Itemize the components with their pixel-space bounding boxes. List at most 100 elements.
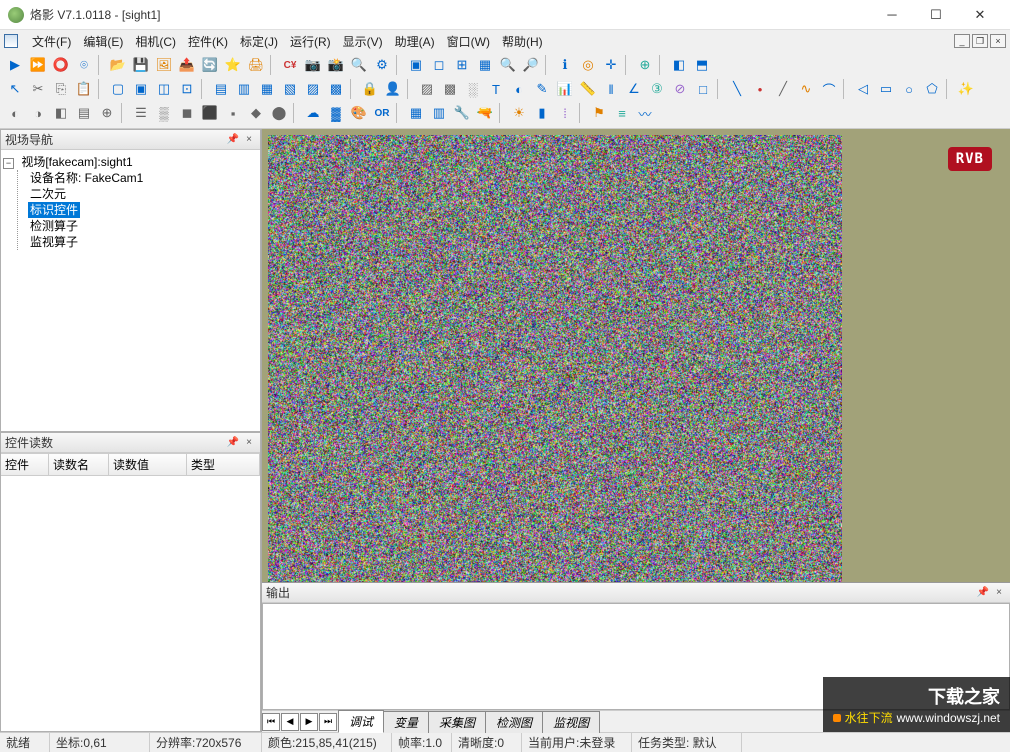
refresh-icon[interactable]: 🔄 bbox=[199, 54, 221, 76]
open-folder-icon[interactable]: 📂 bbox=[107, 54, 129, 76]
fx9-icon[interactable]: ⬛ bbox=[199, 102, 221, 124]
region4-icon[interactable]: ⊡ bbox=[176, 78, 198, 100]
point-icon[interactable]: • bbox=[749, 78, 771, 100]
open-image-icon[interactable]: 🖼 bbox=[153, 54, 175, 76]
snapshot-icon[interactable]: 📸 bbox=[325, 54, 347, 76]
sun-icon[interactable]: ☀ bbox=[508, 102, 530, 124]
viewport[interactable]: RVB bbox=[262, 129, 1010, 582]
region2-icon[interactable]: ▣ bbox=[130, 78, 152, 100]
menu-window[interactable]: 窗口(W) bbox=[441, 31, 496, 52]
col-control[interactable]: 控件 bbox=[1, 454, 49, 475]
arc-icon[interactable]: ⌒ bbox=[818, 78, 840, 100]
fx14-icon[interactable]: ▓ bbox=[325, 102, 347, 124]
fx13-icon[interactable]: ☁ bbox=[302, 102, 324, 124]
save-icon[interactable]: 💾 bbox=[130, 54, 152, 76]
region1-icon[interactable]: ▢ bbox=[107, 78, 129, 100]
tree-item[interactable]: 检测算子 bbox=[28, 218, 80, 234]
fx10-icon[interactable]: ▪ bbox=[222, 102, 244, 124]
pattern2-icon[interactable]: ▩ bbox=[439, 78, 461, 100]
tab-debug[interactable]: 调试 bbox=[338, 710, 384, 733]
gun-icon[interactable]: 🔫 bbox=[474, 102, 496, 124]
crosshair-icon[interactable]: ✛ bbox=[600, 54, 622, 76]
record-icon[interactable]: ⭕ bbox=[50, 54, 72, 76]
col-name[interactable]: 读数名 bbox=[49, 454, 109, 475]
reticle-icon[interactable]: ⊕ bbox=[634, 54, 656, 76]
window-fit-icon[interactable]: ▣ bbox=[405, 54, 427, 76]
cut-icon[interactable]: ✂ bbox=[27, 78, 49, 100]
menu-control[interactable]: 控件(K) bbox=[182, 31, 234, 52]
user-icon[interactable]: 👤 bbox=[382, 78, 404, 100]
angle-icon[interactable]: ∠ bbox=[623, 78, 645, 100]
fx1-icon[interactable]: ◐ bbox=[4, 102, 26, 124]
fx2-icon[interactable]: ◑ bbox=[27, 102, 49, 124]
circle-tool-icon[interactable]: ○ bbox=[898, 78, 920, 100]
ruler-icon[interactable]: ‖ bbox=[600, 78, 622, 100]
zoom-out-icon[interactable]: 🔎 bbox=[520, 54, 542, 76]
grid-icon[interactable]: ▦ bbox=[474, 54, 496, 76]
menu-calibrate[interactable]: 标定(J) bbox=[234, 31, 284, 52]
fx4-icon[interactable]: ▤ bbox=[73, 102, 95, 124]
draw-icon[interactable]: ✎ bbox=[531, 78, 553, 100]
wave-icon[interactable]: ∿ bbox=[795, 78, 817, 100]
zoom-in-icon[interactable]: 🔍 bbox=[497, 54, 519, 76]
menu-camera[interactable]: 相机(C) bbox=[129, 31, 182, 52]
pin-icon[interactable]: 📌 bbox=[226, 436, 240, 450]
col-value[interactable]: 读数值 bbox=[109, 454, 187, 475]
mdi-close-button[interactable]: × bbox=[990, 34, 1006, 48]
bars-icon[interactable]: ≡ bbox=[611, 102, 633, 124]
close-button[interactable]: ✕ bbox=[958, 0, 1002, 30]
layer5-icon[interactable]: ▨ bbox=[302, 78, 324, 100]
pin-icon[interactable]: 📌 bbox=[226, 133, 240, 147]
region3-icon[interactable]: ◫ bbox=[153, 78, 175, 100]
target-icon[interactable]: ◎ bbox=[577, 54, 599, 76]
fx7-icon[interactable]: ▒ bbox=[153, 102, 175, 124]
aperture-icon[interactable]: ⌾ bbox=[73, 54, 95, 76]
info-icon[interactable]: ℹ bbox=[554, 54, 576, 76]
panel-close-icon[interactable]: × bbox=[242, 436, 256, 450]
fx8-icon[interactable]: ◼ bbox=[176, 102, 198, 124]
tab-last-icon[interactable]: ⏭ bbox=[319, 713, 337, 731]
tab-monitor[interactable]: 监视图 bbox=[542, 711, 600, 733]
layer4-icon[interactable]: ▧ bbox=[279, 78, 301, 100]
shapes-icon[interactable]: ◐ bbox=[508, 78, 530, 100]
layer6-icon[interactable]: ▩ bbox=[325, 78, 347, 100]
tab-variable[interactable]: 变量 bbox=[383, 711, 429, 733]
palette-icon[interactable]: 🎨 bbox=[348, 102, 370, 124]
cursor-icon[interactable]: ↖ bbox=[4, 78, 26, 100]
layer1-icon[interactable]: ▤ bbox=[210, 78, 232, 100]
menu-display[interactable]: 显示(V) bbox=[337, 31, 389, 52]
tab-prev-icon[interactable]: ◀ bbox=[281, 713, 299, 731]
window-actual-icon[interactable]: ◻ bbox=[428, 54, 450, 76]
blocked-icon[interactable]: ⊘ bbox=[669, 78, 691, 100]
minimize-button[interactable]: ─ bbox=[870, 0, 914, 30]
stripe-icon[interactable]: ▮ bbox=[531, 102, 553, 124]
line-icon[interactable]: ╲ bbox=[726, 78, 748, 100]
tab-next-icon[interactable]: ▶ bbox=[300, 713, 318, 731]
square-icon[interactable]: □ bbox=[692, 78, 714, 100]
tree-item-selected[interactable]: 标识控件 bbox=[28, 202, 80, 218]
tree-root-label[interactable]: 视场[fakecam]:sight1 bbox=[19, 154, 134, 170]
pattern1-icon[interactable]: ▨ bbox=[416, 78, 438, 100]
tree-item[interactable]: 设备名称: FakeCam1 bbox=[28, 170, 145, 186]
menu-assistant[interactable]: 助理(A) bbox=[389, 31, 441, 52]
menu-edit[interactable]: 编辑(E) bbox=[77, 31, 129, 52]
camera-icon[interactable]: 📷 bbox=[302, 54, 324, 76]
text-icon[interactable]: T bbox=[485, 78, 507, 100]
pin-icon[interactable]: 📌 bbox=[976, 586, 990, 600]
mdi-restore-button[interactable]: ❐ bbox=[972, 34, 988, 48]
play-icon[interactable]: ▶ bbox=[4, 54, 26, 76]
flag2-icon[interactable]: ⚑ bbox=[588, 102, 610, 124]
copy-icon[interactable]: ⎘ bbox=[50, 78, 72, 100]
camera-search-icon[interactable]: 🔍 bbox=[348, 54, 370, 76]
pattern3-icon[interactable]: ░ bbox=[462, 78, 484, 100]
lock-icon[interactable]: 🔒 bbox=[359, 78, 381, 100]
flag-icon[interactable]: ◁ bbox=[852, 78, 874, 100]
fx5-icon[interactable]: ⊕ bbox=[96, 102, 118, 124]
collapse-icon[interactable]: − bbox=[3, 158, 14, 169]
histogram-icon[interactable]: 📊 bbox=[554, 78, 576, 100]
tile-h-icon[interactable]: ◧ bbox=[668, 54, 690, 76]
menu-help[interactable]: 帮助(H) bbox=[496, 31, 549, 52]
window-layout-icon[interactable]: ⊞ bbox=[451, 54, 473, 76]
fx11-icon[interactable]: ◆ bbox=[245, 102, 267, 124]
menu-run[interactable]: 运行(R) bbox=[284, 31, 337, 52]
